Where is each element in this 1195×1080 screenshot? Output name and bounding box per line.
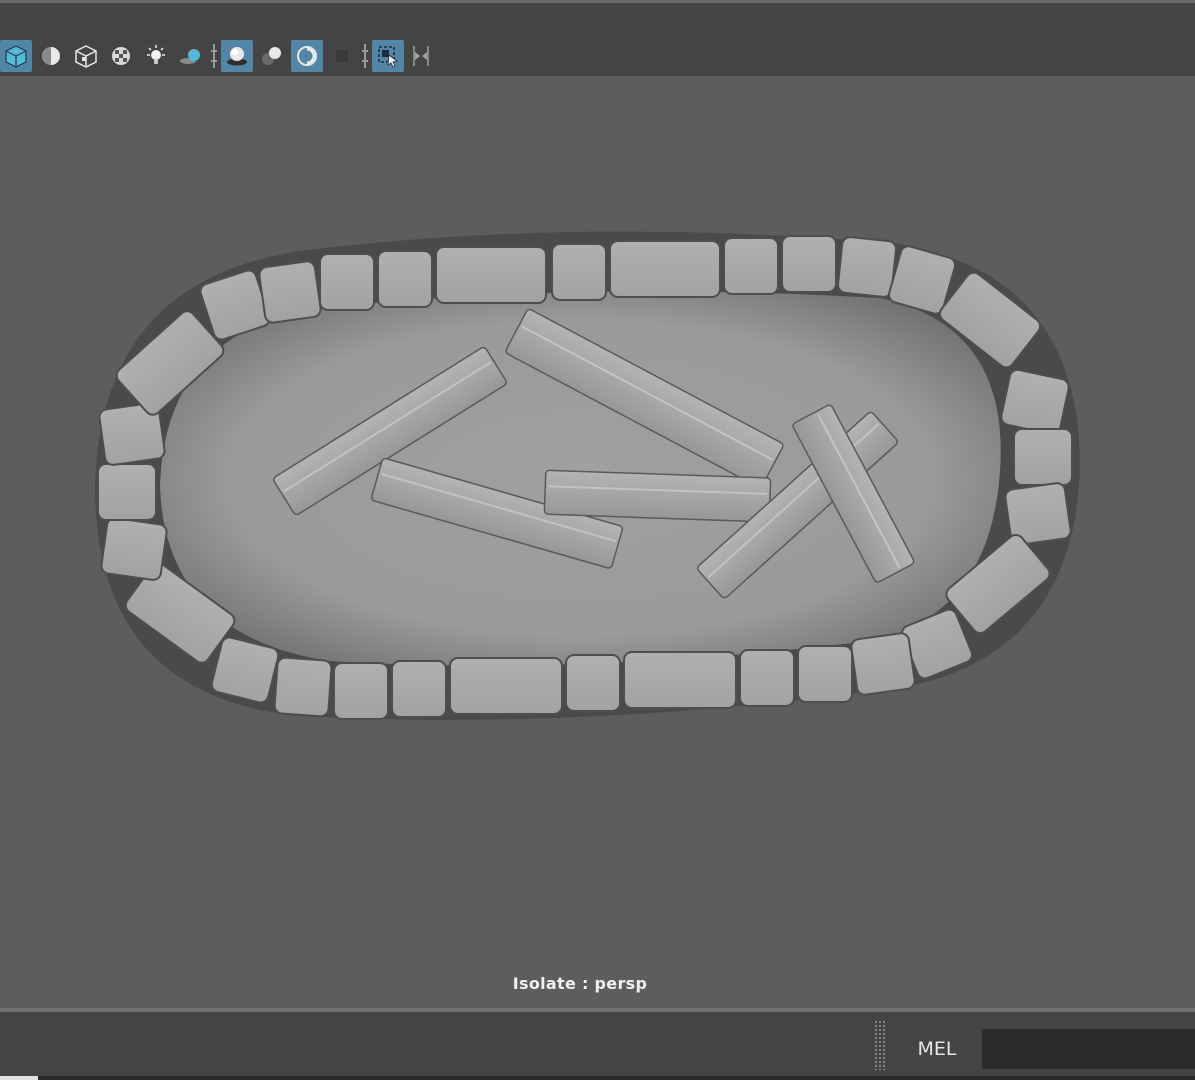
toolbar-overflow[interactable]	[409, 43, 433, 69]
toolbar-overflow-icon	[413, 46, 429, 66]
wireframe-on-shaded-icon	[5, 45, 27, 68]
anti-alias-icon	[297, 46, 317, 66]
anti-alias-button[interactable]	[291, 40, 323, 72]
textured-button[interactable]	[105, 40, 137, 72]
viewport-toolbar	[0, 36, 1195, 76]
bounding-box-button[interactable]	[70, 40, 102, 72]
script-language-toggle[interactable]: MEL	[905, 1038, 969, 1060]
smooth-shade-button[interactable]	[35, 40, 67, 72]
isolate-hud-label: Isolate : persp	[512, 974, 648, 993]
isolate-select-button[interactable]	[372, 40, 404, 72]
lighting-bulb-icon	[147, 45, 165, 64]
mel-command-input[interactable]	[982, 1029, 1195, 1069]
toolbar-separator	[211, 44, 217, 68]
isolate-select-icon	[378, 46, 398, 68]
command-line-bar: MEL	[0, 1012, 1195, 1080]
checker-texture-icon	[112, 47, 130, 65]
motion-blur-icon	[262, 47, 281, 65]
motion-blur-button[interactable]	[256, 40, 288, 72]
lighting-button[interactable]	[140, 40, 172, 72]
shadows-button[interactable]	[175, 40, 207, 72]
drag-grip-handle[interactable]	[874, 1020, 886, 1070]
status-line-edge	[0, 1076, 1195, 1080]
menu-band	[0, 3, 1195, 35]
ambient-occlusion-icon	[227, 47, 247, 66]
depth-of-field-button[interactable]	[326, 40, 358, 72]
scene-render	[95, 231, 1080, 720]
toolbar-separator	[362, 44, 368, 68]
ambient-occlusion-button[interactable]	[221, 40, 253, 72]
half-sphere-icon	[42, 47, 60, 65]
maya-window: Isolate : persp MEL	[0, 0, 1195, 1080]
wireframe-on-shaded-button[interactable]	[0, 40, 32, 72]
bounding-box-cube-icon	[75, 45, 97, 68]
shadows-icon	[180, 49, 200, 64]
status-indicator	[0, 1076, 38, 1080]
persp-viewport[interactable]: Isolate : persp	[0, 76, 1195, 1008]
depth-of-field-icon	[334, 48, 350, 64]
